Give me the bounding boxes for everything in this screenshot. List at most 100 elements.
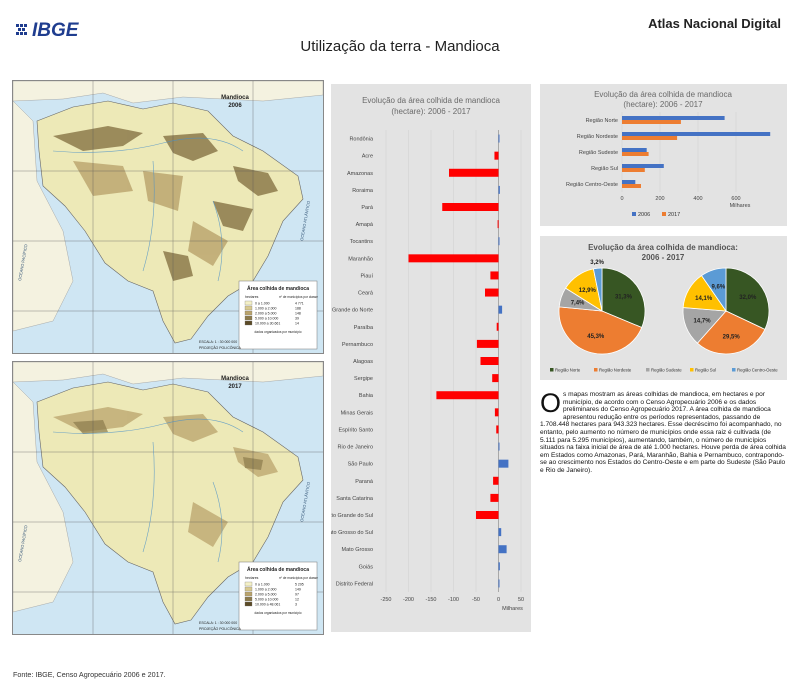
legend-label: 2017: [668, 212, 680, 218]
legend-count: 5 295: [295, 583, 304, 587]
tick-label: 50: [518, 597, 524, 603]
dropcap: O: [540, 388, 562, 418]
bar: [476, 339, 499, 348]
legend-count: 149: [295, 588, 301, 592]
bar: [498, 562, 500, 571]
bar: [485, 288, 499, 297]
category-label: Mato Grosso do Sul: [331, 530, 373, 536]
map-legend: Área colhida de mandioca hectares nº de …: [238, 280, 318, 350]
page-title: Utilização da terra - Mandioca: [300, 38, 500, 55]
legend-hdr-left: hectares: [245, 576, 259, 580]
pie-label: 9,6%: [711, 284, 725, 290]
legend-range: 0 a 1.000: [255, 583, 270, 587]
category-label: Maranhão: [348, 256, 373, 262]
legend-note: dados organizados por município: [255, 611, 302, 615]
legend-swatch: [550, 368, 554, 372]
bar: [493, 476, 499, 485]
chart-subtitle: 2006 - 2017: [642, 253, 685, 262]
bar: [408, 254, 499, 263]
category-label: Tocantins: [350, 239, 373, 245]
legend-swatch: [732, 368, 736, 372]
legend-label: Região Nordeste: [599, 368, 632, 373]
description-body: s mapas mostram as áreas colhidas de man…: [540, 391, 786, 474]
legend-range: 0 a 1.000: [255, 302, 270, 306]
pie-chart-panel: Evolução da área colhida de mandioca: 20…: [540, 236, 787, 380]
category-label: Região Norte: [586, 118, 618, 124]
category-label: Roraima: [352, 188, 374, 194]
legend-range: 10.000 a 30.661: [255, 322, 280, 326]
category-label: Paraíba: [354, 325, 374, 331]
state-chart-panel: Evolução da área colhida de mandioca (he…: [322, 84, 531, 632]
tick-label: -100: [448, 597, 459, 603]
tick-label: 400: [693, 196, 702, 202]
pie-label: 14,7%: [694, 319, 712, 325]
legend-range: 10.000 a 48.061: [255, 603, 280, 607]
legend-count: 14: [295, 322, 299, 326]
bar-2006: [622, 148, 647, 152]
bar-2017: [622, 168, 645, 172]
category-label: Pernambuco: [342, 342, 373, 348]
description-text: Os mapas mostram as áreas colhidas de ma…: [540, 388, 786, 475]
tick-label: -50: [472, 597, 480, 603]
legend-count: 148: [295, 312, 301, 316]
category-label: Região Sudeste: [579, 150, 618, 156]
bar: [476, 511, 499, 519]
bar: [498, 134, 500, 143]
category-label: Goiás: [359, 564, 374, 570]
bar: [498, 459, 509, 468]
state-bar-chart: Evolução da área colhida de mandioca (he…: [322, 96, 524, 612]
bar: [490, 493, 499, 502]
bar-2017: [622, 184, 641, 188]
pie-label: 45,3%: [587, 334, 605, 340]
pie-label: 14,1%: [695, 296, 713, 302]
category-label: Espírito Santo: [338, 427, 373, 433]
bar: [498, 237, 500, 246]
bar: [480, 357, 499, 365]
category-label: Rondônia: [349, 137, 373, 143]
legend-range: 1.000 a 2.000: [255, 588, 276, 592]
map-scale: ESCALA: 1 : 30 000 000: [199, 340, 237, 344]
category-label: Bahia: [359, 393, 374, 399]
tick-label: 600: [731, 196, 740, 202]
region-bar-chart: Evolução da área colhida de mandioca (he…: [566, 90, 771, 218]
map-legend: Área colhida de mandioca hectares nº de …: [238, 561, 318, 631]
bar: [449, 168, 499, 177]
region-chart-panel: Evolução da área colhida de mandioca (he…: [540, 84, 787, 226]
bar: [492, 374, 499, 383]
bar: [498, 528, 502, 537]
legend-count: 3: [295, 603, 297, 607]
bar: [442, 203, 499, 211]
category-label: Amapá: [356, 222, 374, 228]
legend-swatch: [632, 212, 636, 216]
category-label: Rio Grande do Sul: [331, 513, 373, 519]
legend-swatch: [662, 212, 666, 216]
legend-hdr-right: nº de municípios por classe: [279, 576, 318, 580]
axis-unit-label: Milhares: [502, 606, 523, 612]
category-label: Alagoas: [353, 359, 373, 365]
map-scale: ESCALA: 1 : 30 000 000: [199, 621, 237, 625]
tick-label: 0: [497, 597, 500, 603]
category-label: Região Sul: [591, 166, 618, 172]
map-title: Mandioca: [221, 95, 249, 101]
legend-hdr-left: hectares: [245, 295, 259, 299]
pie-label: 7,4%: [571, 301, 585, 307]
bar: [494, 151, 499, 160]
chart-title: Evolução da área colhida de mandioca: [594, 90, 732, 99]
map-projection: PROJEÇÃO POLICÔNICA: [199, 345, 241, 350]
legend-count: 97: [295, 593, 299, 597]
chart-subtitle: (hectare): 2006 - 2017: [623, 100, 703, 109]
map-year: 2006: [228, 103, 242, 109]
bar: [498, 442, 500, 451]
pie-label: 29,5%: [723, 334, 741, 340]
legend-range: 5.000 a 10.000: [255, 317, 278, 321]
pie-label: 32,0%: [739, 295, 757, 301]
category-label: Região Nordeste: [577, 134, 618, 140]
atlas-title: Atlas Nacional Digital: [648, 16, 781, 31]
category-label: Piauí: [360, 273, 373, 279]
map-2017: Mandioca 2017 OCEANO ATLÂNTICO OCEANO PA…: [12, 361, 324, 635]
tick-label: -150: [425, 597, 436, 603]
pie-label: 3,2%: [590, 260, 604, 266]
category-label: Minas Gerais: [341, 410, 374, 416]
category-label: Santa Catarina: [336, 496, 374, 502]
legend-title: Área colhida de mandioca: [247, 285, 309, 292]
